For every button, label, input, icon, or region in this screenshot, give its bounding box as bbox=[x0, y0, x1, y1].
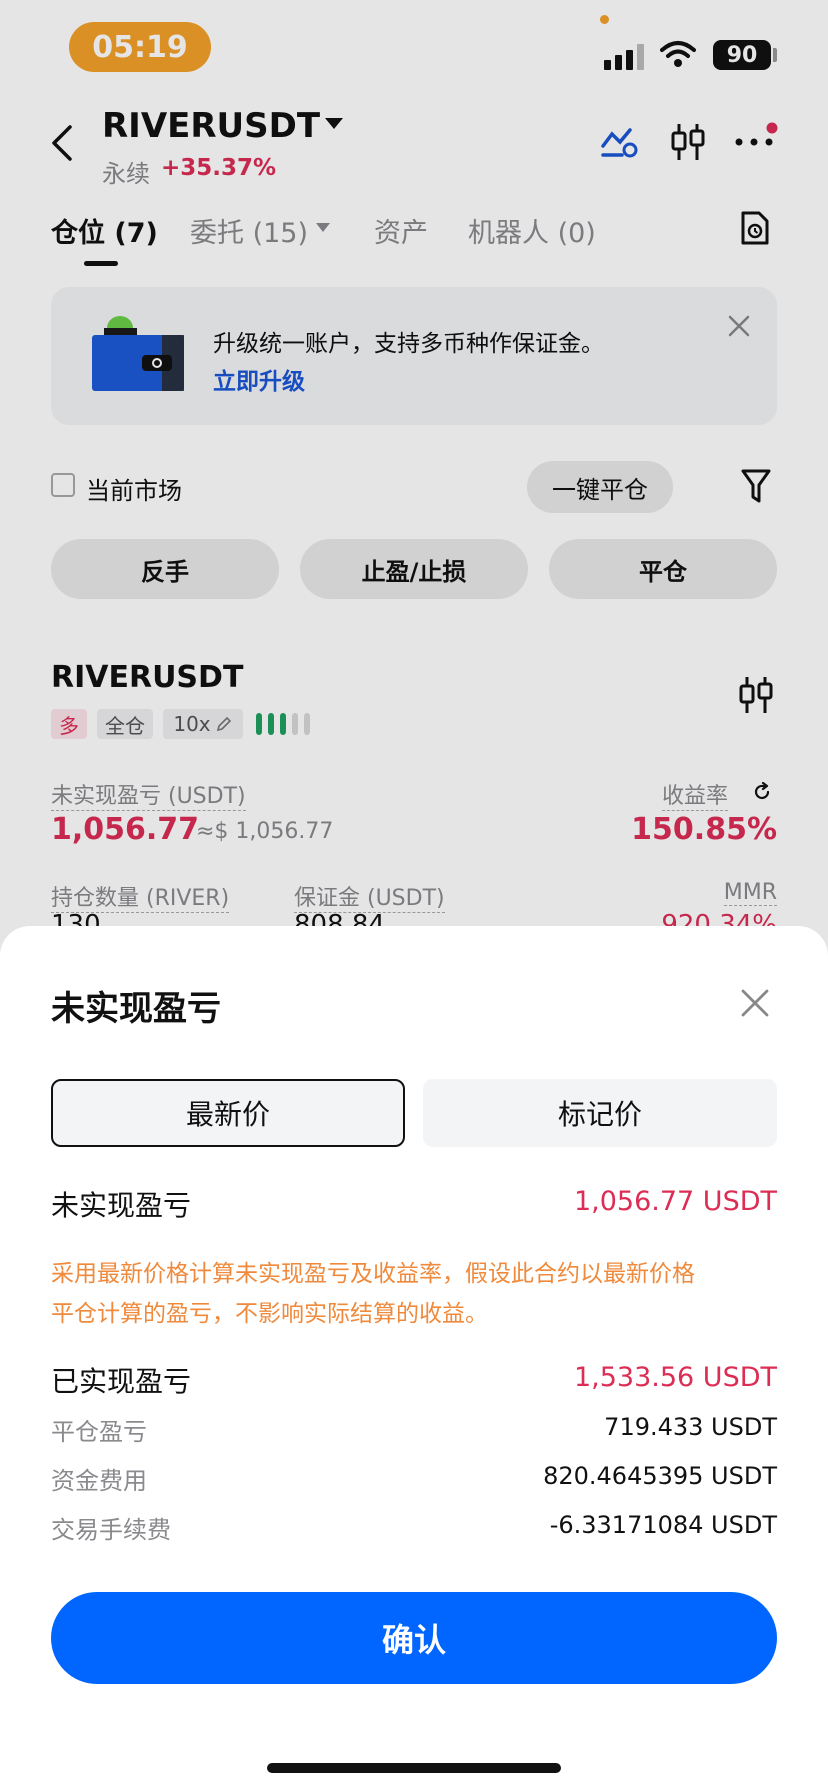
trading-fee-value: -6.33171084 USDT bbox=[549, 1511, 777, 1539]
note-line-2: 平仓计算的盈亏，不影响实际结算的收益。 bbox=[51, 1301, 488, 1327]
wallet-illustration-icon bbox=[92, 316, 184, 391]
wifi-icon bbox=[660, 41, 696, 67]
sheet-realized-value: 1,533.56 USDT bbox=[573, 1362, 777, 1393]
position-chart-icon[interactable] bbox=[738, 675, 774, 715]
close-pnl-value: 719.433 USDT bbox=[604, 1413, 777, 1441]
sheet-realized-label: 已实现盈亏 bbox=[51, 1365, 192, 1398]
sheet-title: 未实现盈亏 bbox=[51, 989, 221, 1029]
qty-label[interactable]: 持仓数量 (RIVER) bbox=[51, 880, 230, 913]
symbol-title[interactable]: RIVERUSDT bbox=[102, 106, 320, 146]
tab-orders-caret-icon[interactable] bbox=[316, 223, 330, 232]
leverage-tag[interactable]: 10x bbox=[163, 709, 243, 739]
privacy-indicator-icon bbox=[600, 15, 609, 24]
status-time: 05:19 bbox=[69, 22, 211, 72]
roe-value: 150.85% bbox=[631, 812, 777, 847]
seg-mark-price[interactable]: 标记价 bbox=[423, 1079, 777, 1147]
close-pnl-label: 平仓盈亏 bbox=[51, 1418, 147, 1446]
adl-indicator-icon bbox=[256, 713, 310, 735]
reverse-button[interactable]: 反手 bbox=[51, 539, 279, 599]
price-change: +35.37% bbox=[161, 155, 277, 181]
battery-tip bbox=[773, 48, 777, 62]
leverage-value: 10x bbox=[173, 712, 211, 736]
back-chevron-icon[interactable] bbox=[50, 124, 74, 162]
banner-text: 升级统一账户，支持多币种作保证金。 bbox=[213, 331, 604, 357]
chart-settings-icon[interactable] bbox=[600, 124, 640, 160]
funding-fee-label: 资金费用 bbox=[51, 1467, 147, 1495]
seg-last-price[interactable]: 最新价 bbox=[51, 1079, 405, 1147]
note-line-1: 采用最新价格计算未实现盈亏及收益率，假设此合约以最新价格 bbox=[51, 1261, 695, 1287]
close-position-button[interactable]: 平仓 bbox=[549, 539, 777, 599]
contract-type: 永续 bbox=[102, 160, 150, 188]
unrealized-pnl-usd: ≈$ 1,056.77 bbox=[196, 819, 334, 844]
mmr-label[interactable]: MMR bbox=[723, 880, 777, 906]
unrealized-pnl-value: 1,056.77 bbox=[51, 812, 200, 847]
more-icon[interactable] bbox=[734, 122, 778, 152]
tp-sl-button[interactable]: 止盈/止损 bbox=[300, 539, 528, 599]
close-all-button[interactable]: 一键平仓 bbox=[527, 461, 673, 513]
position-symbol[interactable]: RIVERUSDT bbox=[51, 660, 243, 695]
roe-label[interactable]: 收益率 bbox=[662, 778, 729, 811]
battery-level: 90 bbox=[713, 40, 771, 70]
tab-active-indicator bbox=[84, 261, 118, 266]
filter-icon[interactable] bbox=[740, 468, 772, 504]
sheet-close-icon[interactable] bbox=[740, 988, 770, 1018]
cellular-signal-icon bbox=[604, 44, 644, 70]
candlestick-icon[interactable] bbox=[670, 122, 706, 162]
home-indicator[interactable] bbox=[267, 1763, 561, 1773]
funding-fee-value: 820.4645395 USDT bbox=[543, 1462, 777, 1490]
current-market-checkbox[interactable] bbox=[51, 473, 75, 497]
edit-icon bbox=[216, 716, 231, 732]
confirm-button[interactable]: 确认 bbox=[51, 1592, 777, 1684]
margin-mode-tag: 全仓 bbox=[97, 709, 153, 739]
unrealized-pnl-label[interactable]: 未实现盈亏 (USDT) bbox=[51, 778, 246, 811]
refresh-icon[interactable] bbox=[752, 782, 772, 802]
margin-label[interactable]: 保证金 (USDT) bbox=[294, 880, 445, 913]
sheet-unrealized-label: 未实现盈亏 bbox=[51, 1189, 192, 1222]
current-market-label: 当前市场 bbox=[86, 477, 182, 505]
tab-orders[interactable]: 委托 (15) bbox=[190, 211, 308, 250]
side-tag: 多 bbox=[51, 709, 87, 739]
banner-upgrade-link[interactable]: 立即升级 bbox=[213, 362, 305, 396]
history-doc-icon[interactable] bbox=[740, 210, 770, 246]
sheet-unrealized-value: 1,056.77 USDT bbox=[573, 1186, 777, 1217]
tab-positions[interactable]: 仓位 (7) bbox=[51, 211, 158, 250]
dropdown-caret-icon[interactable] bbox=[325, 118, 343, 130]
banner-close-icon[interactable] bbox=[728, 315, 750, 337]
tab-assets[interactable]: 资产 bbox=[374, 211, 428, 250]
tab-bots[interactable]: 机器人 (0) bbox=[468, 211, 596, 250]
trading-fee-label: 交易手续费 bbox=[51, 1516, 171, 1544]
